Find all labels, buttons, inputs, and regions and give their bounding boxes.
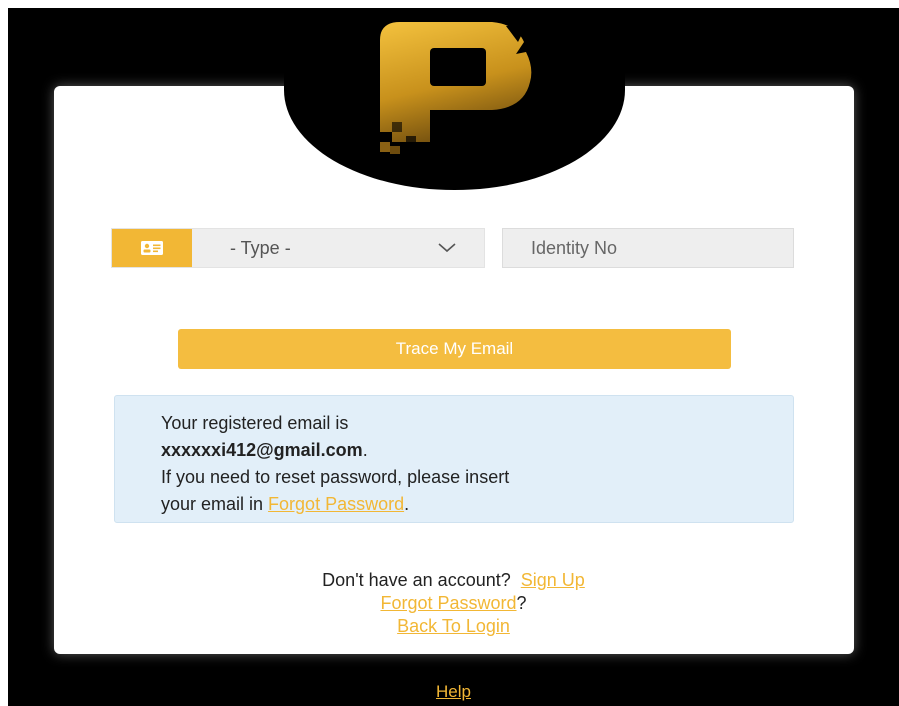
identity-no-placeholder: Identity No <box>531 237 618 258</box>
alert-line-1: Your registered email is <box>161 413 349 433</box>
trace-my-email-label: Trace My Email <box>395 339 514 358</box>
help-row: Help <box>0 682 899 702</box>
alert-line-2: xxxxxxi412@gmail.com. <box>161 437 793 464</box>
back-row: Back To Login <box>0 615 899 638</box>
alert-forgot-password-link[interactable]: Forgot Password <box>268 494 404 514</box>
id-card-addon <box>112 229 192 267</box>
no-account-text: Don't have an account? <box>322 570 511 590</box>
footer-links: Don't have an account? Sign Up Forgot Pa… <box>0 569 899 638</box>
chevron-down-icon <box>438 243 456 253</box>
back-to-login-link[interactable]: Back To Login <box>397 616 510 636</box>
id-type-group: - Type - <box>111 228 485 268</box>
alert-email-suffix: . <box>362 440 368 460</box>
alert-line-4-prefix: your email in <box>161 494 269 514</box>
id-type-value: - Type - <box>230 237 291 258</box>
sign-up-link[interactable]: Sign Up <box>521 570 585 590</box>
id-card-icon <box>141 241 163 255</box>
email-result-alert: Your registered email is xxxxxxi412@gmai… <box>114 395 794 523</box>
help-link[interactable]: Help <box>436 682 471 701</box>
forgot-password-suffix: ? <box>516 593 527 613</box>
alert-line-4-suffix: . <box>404 494 410 514</box>
trace-my-email-button[interactable]: Trace My Email <box>178 329 731 369</box>
forgot-row: Forgot Password? <box>0 592 899 615</box>
forgot-password-link[interactable]: Forgot Password <box>380 593 516 613</box>
brand-logo <box>380 22 532 154</box>
registered-email: xxxxxxi412@gmail.com <box>161 440 363 460</box>
signup-row: Don't have an account? Sign Up <box>0 569 899 592</box>
alert-line-3: If you need to reset password, please in… <box>161 467 510 487</box>
id-type-select[interactable]: - Type - <box>192 229 484 267</box>
identity-no-input[interactable]: Identity No <box>502 228 794 268</box>
alert-line-4: your email in Forgot Password. <box>161 491 793 518</box>
